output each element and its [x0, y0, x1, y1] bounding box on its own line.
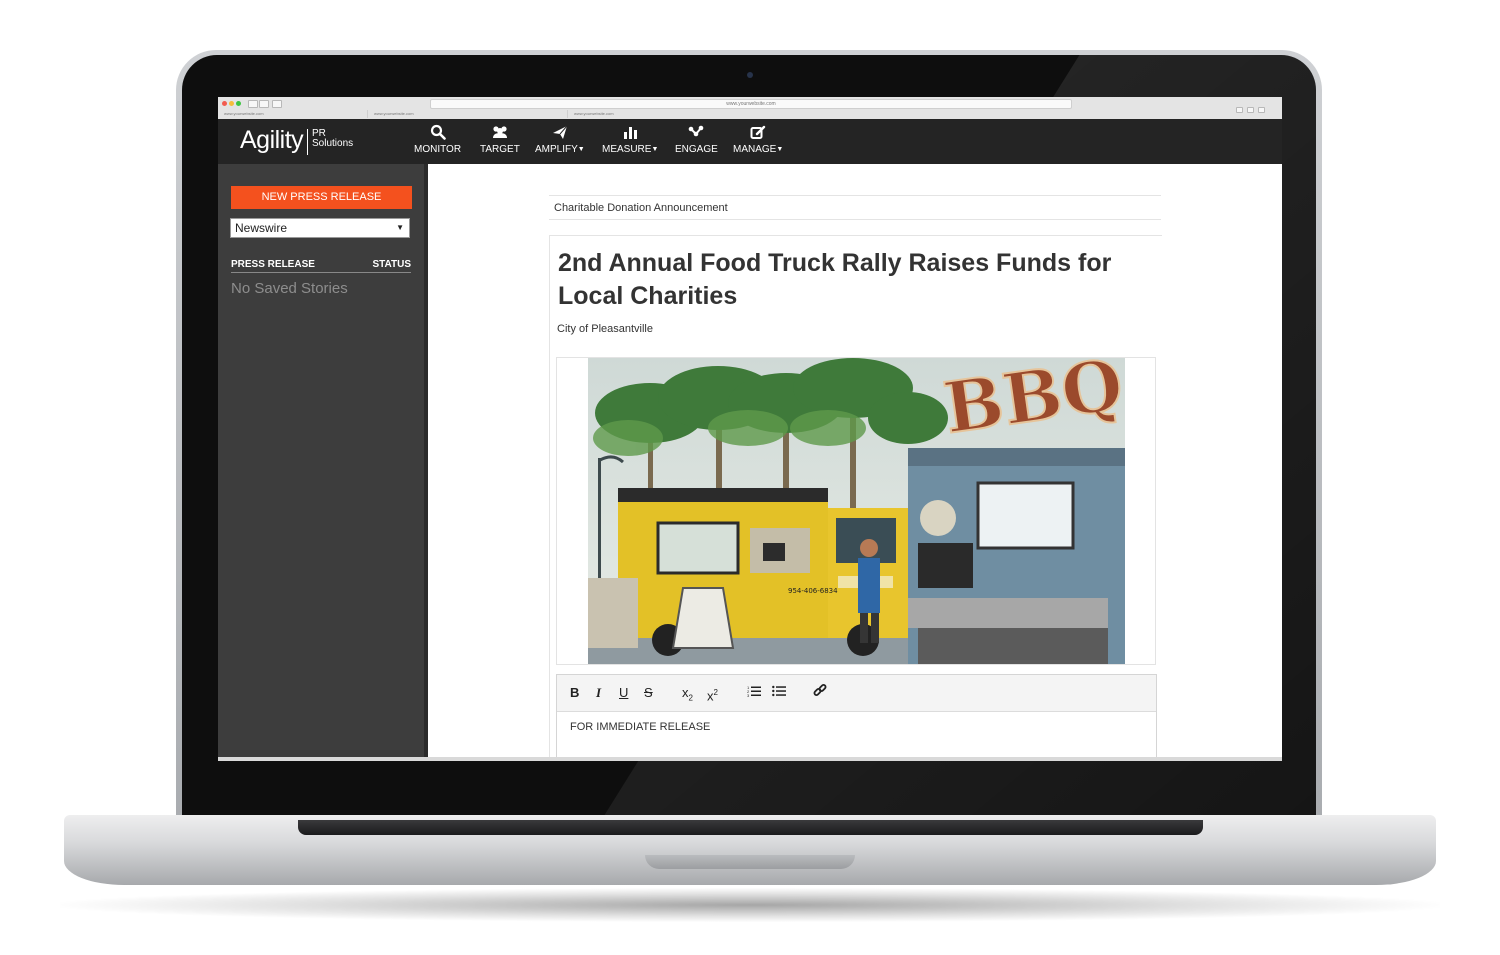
screen: www.yourwebsite.com www.yourwebsite.com … — [218, 97, 1282, 761]
bold-icon[interactable]: B — [570, 684, 579, 702]
formatting-toolbar: B I U S x2 x2 123 — [557, 675, 1156, 712]
dateline[interactable]: City of Pleasantville — [557, 323, 653, 335]
release-preview: 2nd Annual Food Truck Rally Raises Funds… — [549, 235, 1162, 761]
food-truck-photo: BBQ 954-406-6834 — [588, 358, 1125, 664]
column-header-status[interactable]: STATUS — [372, 259, 411, 270]
nav-label: ENGAGE — [675, 144, 718, 155]
new-press-release-button[interactable]: NEW PRESS RELEASE — [231, 186, 412, 209]
nav-target[interactable]: TARGET — [480, 123, 520, 155]
truck-phone-text: 954-406-6834 — [788, 587, 838, 595]
divider — [231, 272, 411, 273]
logo-subtitle: PR Solutions — [312, 128, 354, 149]
keyboard-edge — [298, 820, 1203, 835]
lid-notch — [645, 855, 855, 869]
subject-field[interactable]: Charitable Donation Announcement — [549, 195, 1161, 220]
users-icon — [491, 123, 509, 141]
logo-wordmark: Agility — [240, 126, 304, 154]
browser-tab[interactable]: www.yourwebsite.com — [568, 110, 1282, 118]
subscript-icon[interactable]: x2 — [682, 684, 693, 703]
italic-icon[interactable]: I — [596, 684, 601, 702]
nav-label: MANAGE▼ — [733, 144, 784, 155]
paper-plane-icon — [552, 123, 568, 141]
nav-measure[interactable]: MEASURE▼ — [602, 123, 658, 155]
maximize-window-icon[interactable] — [236, 101, 241, 106]
sidebar: NEW PRESS RELEASE Newswire ▼ PRESS RELEA… — [218, 164, 424, 761]
select-value: Newswire — [235, 221, 288, 235]
browser-tab[interactable]: www.yourwebsite.com — [218, 110, 368, 118]
app-header: Agility PR Solutions MONITOR TARGET AMPLI… — [218, 119, 1282, 164]
browser-action-icons — [1232, 100, 1274, 113]
nav-label: AMPLIFY▼ — [535, 144, 585, 155]
browser-chrome: www.yourwebsite.com www.yourwebsite.com … — [218, 97, 1282, 120]
link-icon[interactable] — [813, 684, 827, 702]
nav-monitor[interactable]: MONITOR — [414, 123, 461, 155]
ordered-list-icon[interactable]: 123 — [747, 684, 761, 702]
empty-stories-message: No Saved Stories — [231, 280, 348, 297]
address-bar[interactable]: www.yourwebsite.com — [430, 99, 1072, 109]
nav-engage[interactable]: ENGAGE — [675, 123, 718, 155]
body-text[interactable]: FOR IMMEDIATE RELEASE — [570, 721, 710, 733]
browser-tab[interactable]: www.yourwebsite.com — [368, 110, 568, 118]
editor-area: Charitable Donation Announcement 2nd Ann… — [428, 164, 1282, 761]
close-window-icon[interactable] — [222, 101, 227, 106]
nav-label: MEASURE▼ — [602, 144, 659, 155]
minimize-window-icon[interactable] — [229, 101, 234, 106]
svg-text:3: 3 — [747, 693, 750, 697]
distribution-select[interactable]: Newswire ▼ — [230, 218, 410, 238]
superscript-icon[interactable]: x2 — [707, 684, 718, 703]
image-frame[interactable]: BBQ 954-406-6834 — [556, 357, 1156, 665]
bullet-list-icon[interactable] — [772, 684, 786, 702]
body-editor[interactable]: B I U S x2 x2 123 FOR IMMEDIATE RELEASE — [556, 674, 1157, 761]
headline[interactable]: 2nd Annual Food Truck Rally Raises Funds… — [558, 247, 1158, 313]
edit-icon — [750, 123, 766, 141]
strikethrough-icon[interactable]: S — [644, 684, 653, 702]
dropdown-arrow-icon: ▼ — [396, 223, 404, 232]
sidebar-toggle-icon[interactable] — [272, 100, 282, 108]
nav-label: MONITOR — [414, 144, 462, 155]
nav-amplify[interactable]: AMPLIFY▼ — [535, 123, 585, 155]
forward-icon[interactable] — [259, 100, 269, 108]
search-icon — [430, 123, 446, 141]
underline-icon[interactable]: U — [619, 684, 628, 702]
webcam — [747, 72, 753, 78]
back-icon[interactable] — [248, 100, 258, 108]
nav-manage[interactable]: MANAGE▼ — [733, 123, 783, 155]
column-header-press-release[interactable]: PRESS RELEASE — [231, 259, 315, 270]
nav-label: TARGET — [480, 144, 520, 155]
laptop-shadow — [60, 888, 1440, 922]
network-icon — [688, 123, 704, 141]
screen-bottom-edge — [218, 757, 1282, 761]
bar-chart-icon — [623, 123, 638, 141]
agility-logo[interactable]: Agility PR Solutions — [240, 126, 353, 155]
